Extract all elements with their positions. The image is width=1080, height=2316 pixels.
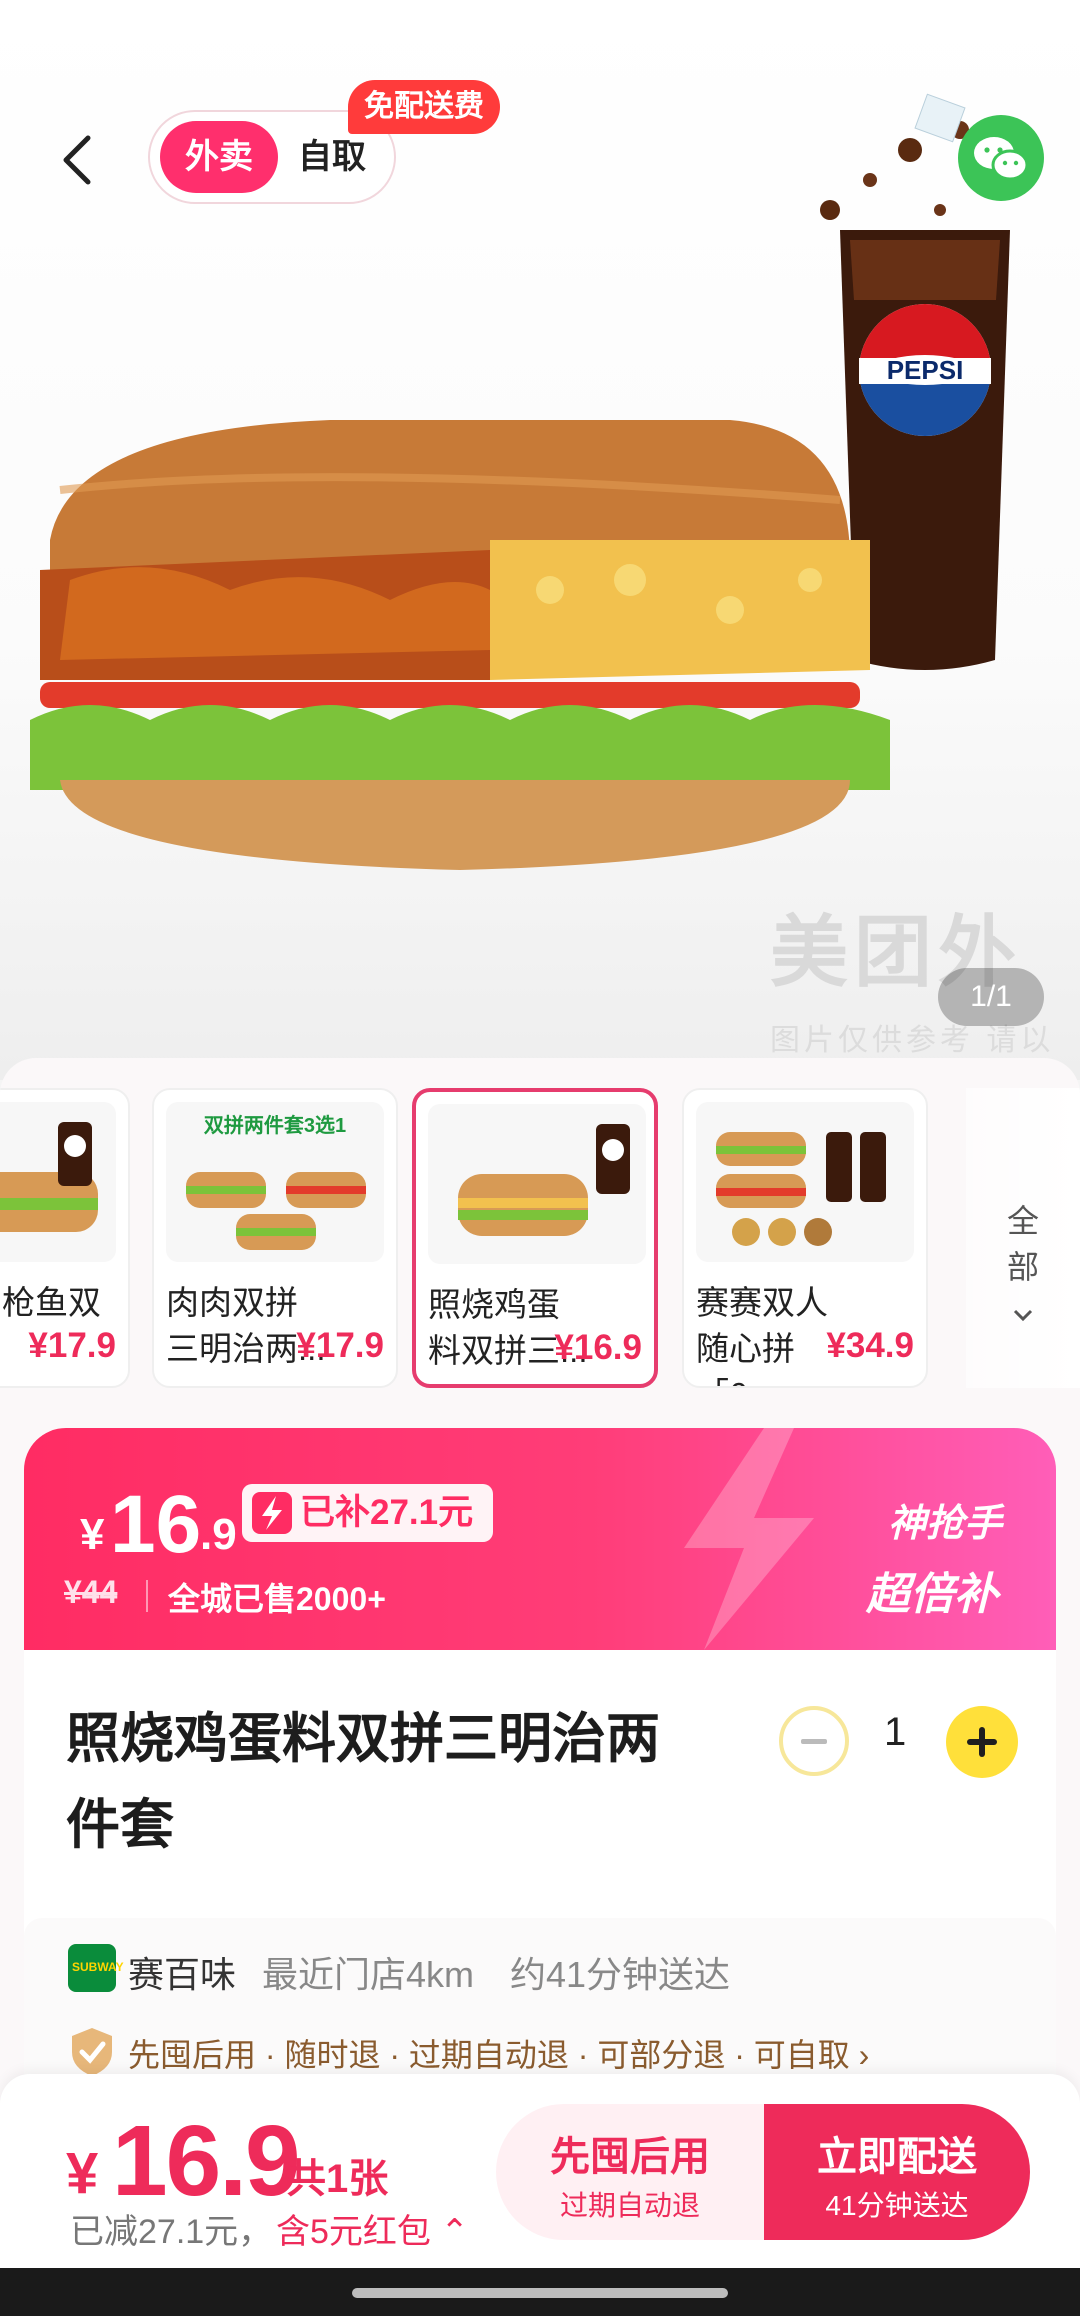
discount-summary: 已减27.1元， <box>70 2213 273 2251</box>
buy-later-subtitle: 过期自动退 <box>559 2190 700 2221</box>
sandwich-image <box>30 420 890 870</box>
action-buttons: 先囤后用 过期自动退 立即配送 41分钟送达 <box>496 2104 1030 2240</box>
subsidy-badge: 已补27.1元 <box>242 1484 494 1542</box>
variant-thumbnail <box>0 1102 116 1262</box>
price-banner: ¥ 16 .9 已补27.1元 ¥44 全城已售2000+ 神抢手 超倍补 <box>24 1428 1056 1650</box>
variant-thumbnail: 双拼两件套3选1 <box>166 1102 384 1262</box>
variant-thumbnail <box>428 1104 646 1264</box>
image-counter: 1/1 <box>938 968 1044 1026</box>
chevron-down-icon <box>1013 1309 1033 1322</box>
guarantee-policies[interactable]: 先囤后用 · 随时退 · 过期自动退 · 可部分退 · 可自取 › <box>128 2030 869 2076</box>
promo-tag-subsidy: 超倍补 <box>866 1570 998 1619</box>
free-delivery-badge: 免配送费 <box>348 80 500 134</box>
ticket-count: 共1张 <box>286 2157 389 2201</box>
current-price-decimal: .9 <box>200 1510 237 1559</box>
quantity-decrease-button[interactable] <box>779 1706 849 1776</box>
buy-later-title: 先囤后用 <box>550 2135 710 2179</box>
home-indicator[interactable] <box>352 2288 728 2298</box>
price-currency: ¥ <box>80 1510 105 1559</box>
lightning-bolt-decoration <box>684 1428 814 1650</box>
deliver-now-subtitle: 41分钟送达 <box>825 2190 969 2221</box>
store-name: 赛百味 <box>128 1954 237 1995</box>
variant-price: ¥17.9 <box>28 1326 116 1365</box>
back-arrow-icon[interactable] <box>50 130 110 190</box>
subway-logo: SUBWAY <box>68 1944 124 1992</box>
store-distance: 最近门店4km <box>262 1954 475 1995</box>
wechat-icon[interactable] <box>958 115 1044 201</box>
variant-card[interactable]: 枪鱼双 ¥17.9 <box>0 1088 130 1388</box>
delivery-eta: 约41分钟送达 <box>510 1954 731 1995</box>
total-currency: ¥ <box>66 2141 99 2206</box>
variant-thumb-title: 双拼两件套3选1 <box>204 1113 346 1137</box>
system-gesture-area <box>0 2268 1080 2316</box>
buy-now-use-later-button[interactable]: 先囤后用 过期自动退 <box>496 2104 764 2240</box>
variant-thumbnail <box>696 1102 914 1262</box>
deliver-now-button[interactable]: 立即配送 41分钟送达 <box>764 2104 1030 2240</box>
all-variants-button[interactable]: 全部 <box>966 1088 1080 1388</box>
product-hero-image[interactable]: PEPSI 外卖 自取 免配送费 美团外 图片仅供参考 请以实 1/1 <box>0 0 1080 1080</box>
product-title: 照烧鸡蛋料双拼三明治两件套 <box>66 1709 660 1855</box>
quantity-value: 1 <box>884 1710 907 1754</box>
variant-price: ¥34.9 <box>826 1326 914 1365</box>
variant-card[interactable]: 双拼两件套3选1 肉肉双拼三明治两... ¥17.9 <box>152 1088 398 1388</box>
sold-count: 全城已售2000+ <box>168 1581 386 1617</box>
quantity-increase-button[interactable] <box>946 1706 1018 1778</box>
red-packet-toggle[interactable]: 含5元红包 ⌃ <box>276 2204 469 2253</box>
svg-text:PEPSI: PEPSI <box>887 355 964 385</box>
original-price: ¥44 <box>64 1574 118 1610</box>
checkout-bar: ¥ 16.9 共1张 已减27.1元， 含5元红包 ⌃ 先囤后用 过期自动退 立… <box>0 2074 1080 2268</box>
variant-price: ¥16.9 <box>554 1328 642 1367</box>
promo-tag-hot: 神抢手 <box>888 1503 1003 1545</box>
variant-selector: 枪鱼双 ¥17.9 双拼两件套3选1 肉肉双拼三明治两... ¥17.9 照烧鸡… <box>0 1088 1080 1388</box>
variant-price: ¥17.9 <box>296 1326 384 1365</box>
variant-card[interactable]: 赛赛双人随心拼「6... ¥34.9 <box>682 1088 928 1388</box>
tab-delivery[interactable]: 外卖 <box>160 121 278 193</box>
subsidy-text: 已补27.1元 <box>300 1493 474 1532</box>
current-price-integer: 16 <box>110 1479 202 1570</box>
total-price: 16.9 <box>112 2105 301 2217</box>
variant-card-selected[interactable]: 照烧鸡蛋料双拼三... ¥16.9 <box>412 1088 658 1388</box>
divider <box>146 1580 148 1612</box>
deliver-now-title: 立即配送 <box>817 2135 977 2179</box>
lightning-icon <box>252 1492 292 1534</box>
all-variants-label: 全部 <box>1006 1203 1039 1285</box>
variant-name: 枪鱼双 <box>2 1284 101 1321</box>
shield-icon <box>72 2028 112 2076</box>
